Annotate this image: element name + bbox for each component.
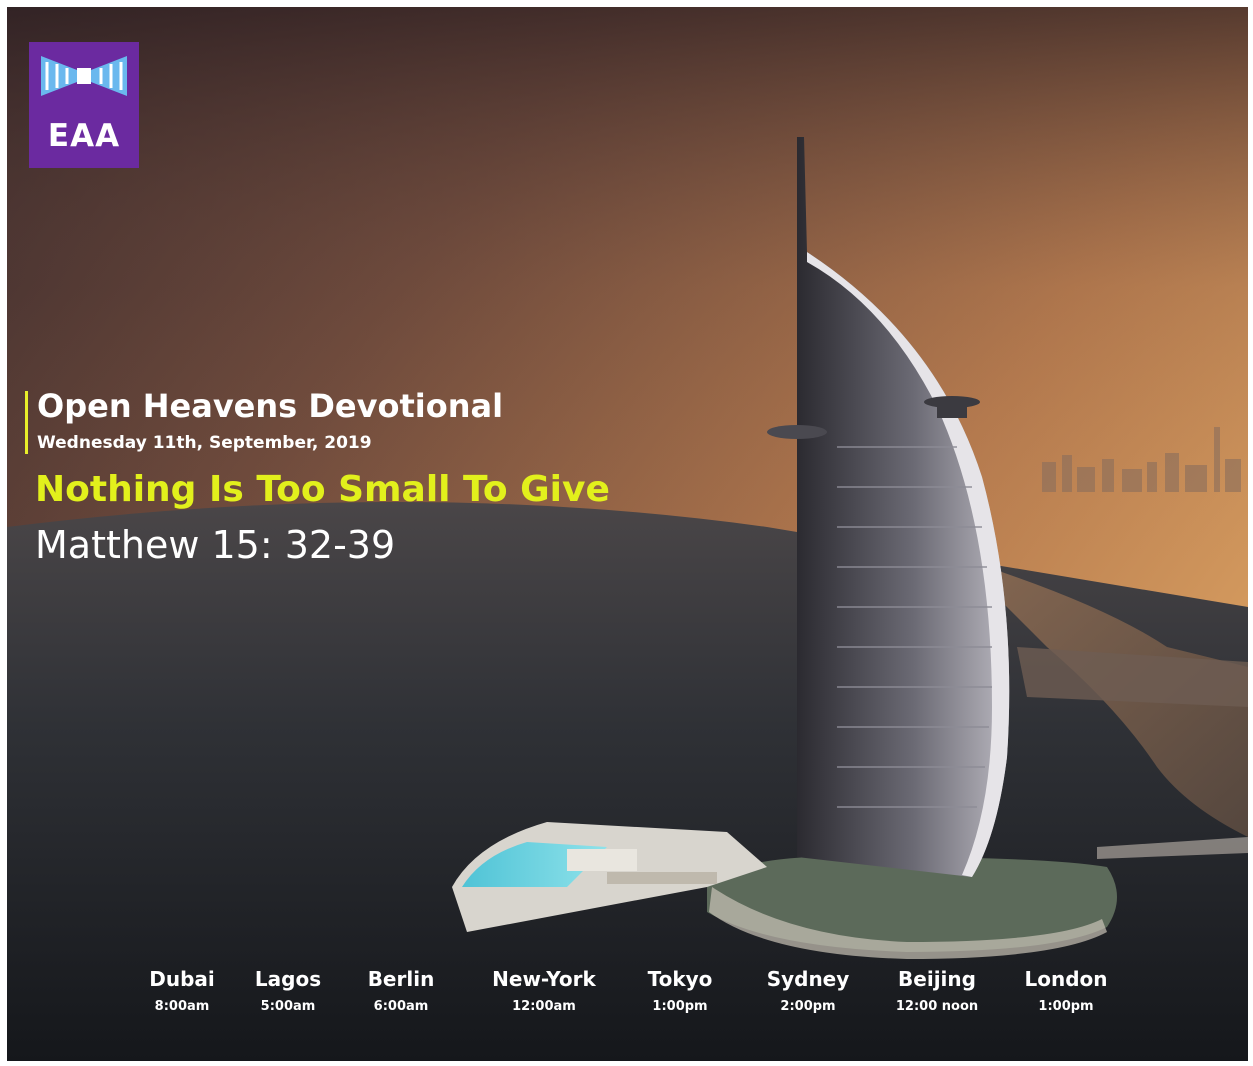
city-time: 12:00am [512, 999, 576, 1014]
city-time: 2:00pm [780, 999, 836, 1014]
schedule-item: Berlin 6:00am [326, 967, 476, 1014]
broadcast-schedule: Dubai 8:00am Lagos 5:00am Berlin 6:00am … [7, 967, 1248, 1027]
city-name: London [1024, 967, 1108, 991]
devotional-title: Open Heavens Devotional [37, 387, 504, 425]
schedule-item: London 1:00pm [991, 967, 1141, 1014]
devotional-headline: Nothing Is Too Small To Give [35, 469, 610, 510]
accent-bar [25, 391, 28, 454]
devotional-date: Wednesday 11th, September, 2019 [37, 433, 372, 453]
city-name: Sydney [766, 967, 850, 991]
city-name: Beijing [898, 967, 976, 991]
eaa-logo: EAA [29, 42, 139, 168]
ribbon-logo-icon [41, 56, 127, 96]
city-time: 1:00pm [1038, 999, 1094, 1014]
city-time: 6:00am [373, 999, 429, 1014]
schedule-item: Beijing 12:00 noon [862, 967, 1012, 1014]
logo-text: EAA [47, 118, 121, 154]
city-name: Berlin [367, 967, 435, 991]
schedule-item: Sydney 2:00pm [733, 967, 883, 1014]
city-name: New-York [492, 967, 596, 991]
poster: EAA Open Heavens Devotional Wednesday 11… [7, 7, 1248, 1061]
schedule-item: New-York 12:00am [469, 967, 619, 1014]
scripture-reference: Matthew 15: 32-39 [35, 523, 396, 567]
city-time: 12:00 noon [895, 999, 979, 1014]
